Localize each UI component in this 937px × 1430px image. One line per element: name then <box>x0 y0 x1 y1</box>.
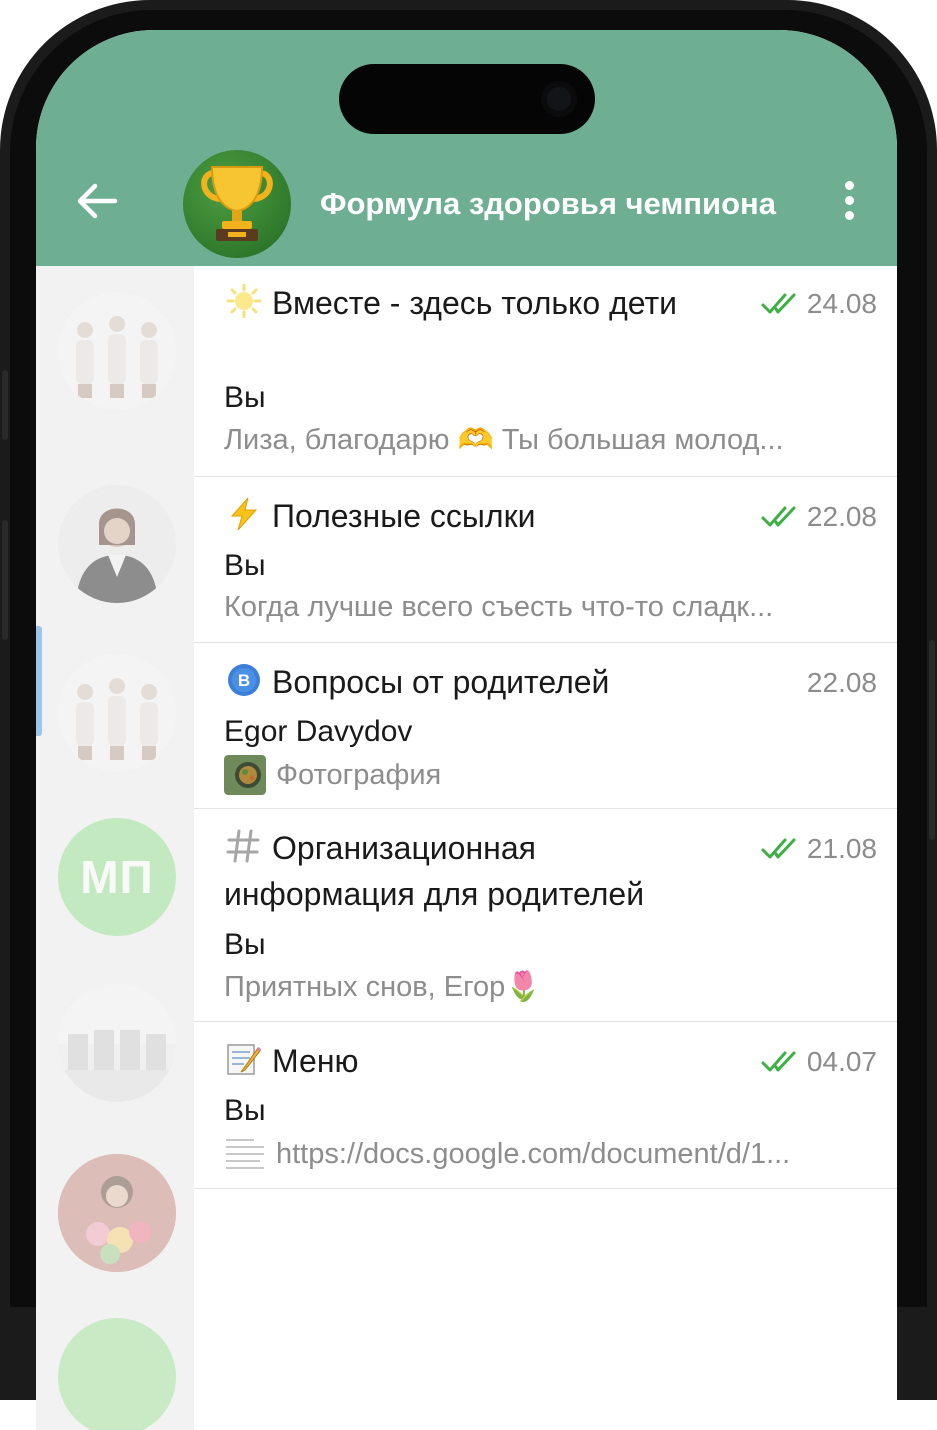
trophy-icon <box>201 166 273 241</box>
topic-date: 22.08 <box>806 667 877 698</box>
active-chat-indicator <box>36 626 42 736</box>
topic-sender: Egor Davydov <box>224 715 413 748</box>
chat-avatar[interactable] <box>58 1318 176 1430</box>
topic-title: Организационная информация для родителей <box>224 825 729 917</box>
avatar-initials: МП <box>80 851 154 903</box>
back-button[interactable] <box>74 178 120 224</box>
chat-header: Формула здоровья чемпиона <box>36 30 897 266</box>
topic-preview: Приятных снов, Егор🌷 <box>224 970 879 1004</box>
topic-title: Меню <box>224 1038 729 1084</box>
group-avatar[interactable] <box>183 150 291 258</box>
topic-preview-text: https://docs.google.com/document/d/1... <box>276 1137 791 1170</box>
topic-meta: 24.08 <box>761 288 877 320</box>
lightning-icon <box>230 497 258 531</box>
topic-preview-text: Приятных снов, Егор🌷 <box>224 971 542 1003</box>
side-button <box>2 520 8 640</box>
double-check-icon <box>761 838 796 859</box>
topic-item[interactable]: Полезные ссылки 22.08 Вы Когда лучше все… <box>194 477 897 643</box>
topic-item[interactable]: Организационная информация для родителей… <box>194 809 897 1022</box>
dynamic-island <box>339 64 595 134</box>
topic-preview-text: Когда лучше всего съесть что-то сладк... <box>224 591 774 623</box>
photo-thumbnail-icon <box>224 755 266 795</box>
topic-preview: Лиза, благодарю 🫶 Ты большая молод... <box>224 423 879 457</box>
sun-icon <box>226 284 262 318</box>
topic-date: 22.08 <box>806 501 877 532</box>
person-with-flowers-image <box>58 1154 176 1272</box>
topic-title-text: Полезные ссылки <box>272 498 536 534</box>
chat-title[interactable]: Формула здоровья чемпиона <box>320 186 840 222</box>
topic-title-text: Вместе - здесь только дети <box>272 285 678 321</box>
topic-meta: 22.08 <box>761 501 877 533</box>
power-button <box>929 640 935 840</box>
topic-preview: Фотография <box>224 755 879 795</box>
double-check-icon <box>761 506 796 527</box>
screen: Формула здоровья чемпиона МП Вместе - зд… <box>36 30 897 1430</box>
topic-sender: Вы <box>224 1094 266 1127</box>
topic-preview-text: Лиза, благодарю 🫶 Ты большая молод... <box>224 424 784 456</box>
memo-icon <box>227 1044 262 1075</box>
chat-avatar[interactable] <box>58 1154 176 1272</box>
topic-title-text: Меню <box>272 1043 359 1079</box>
topic-sender: Вы <box>224 928 266 961</box>
double-check-icon <box>761 1051 796 1072</box>
topic-preview: Когда лучше всего съесть что-то сладк... <box>224 591 879 624</box>
topic-title-text: Вопросы от родителей <box>272 664 610 700</box>
letter-b-icon: B <box>228 664 260 696</box>
more-vertical-icon <box>844 180 854 190</box>
people-group-image <box>76 316 158 398</box>
topic-date: 21.08 <box>806 833 877 864</box>
chat-avatar-initials[interactable]: МП <box>58 818 176 936</box>
topic-item[interactable]: B Вопросы от родителей 22.08 Egor Davydo… <box>194 643 897 809</box>
chats-sidebar: МП <box>36 266 194 1430</box>
topic-sender: Вы <box>224 549 266 582</box>
people-group-image <box>76 678 158 760</box>
menu-dot <box>844 195 854 205</box>
topic-title: Вместе - здесь только дети <box>224 280 729 326</box>
chat-avatar[interactable] <box>58 292 176 410</box>
svg-text:B: B <box>238 671 250 690</box>
topic-date: 04.07 <box>806 1046 877 1077</box>
room-image <box>58 984 176 1102</box>
topic-sender: Вы <box>224 381 266 414</box>
double-check-icon <box>761 293 796 314</box>
more-menu-button[interactable] <box>832 178 866 222</box>
topic-meta: 22.08 <box>807 667 877 699</box>
chat-avatar[interactable] <box>58 485 176 603</box>
menu-dot <box>844 210 854 220</box>
topic-meta: 21.08 <box>761 833 877 865</box>
topic-meta: 04.07 <box>761 1046 877 1078</box>
topic-item[interactable]: Меню 04.07 Вы https://docs.google.com/do… <box>194 1022 897 1189</box>
topic-date: 24.08 <box>806 288 877 319</box>
topic-title: Полезные ссылки <box>224 493 729 539</box>
hash-icon <box>226 829 260 863</box>
chat-avatar[interactable] <box>58 654 176 772</box>
document-thumbnail-icon <box>224 1134 266 1174</box>
topic-title: B Вопросы от родителей <box>224 659 729 705</box>
person-image <box>76 508 158 603</box>
topic-preview: https://docs.google.com/document/d/1... <box>224 1134 879 1174</box>
topic-item[interactable]: Вместе - здесь только дети 24.08 Вы Лиза… <box>194 266 897 477</box>
topic-list: Вместе - здесь только дети 24.08 Вы Лиза… <box>194 266 897 1189</box>
camera-icon <box>541 81 577 117</box>
side-button <box>2 370 8 440</box>
arrow-left-icon <box>77 183 118 219</box>
topic-title-text: Организационная информация для родителей <box>224 830 645 912</box>
chat-avatar[interactable] <box>58 984 176 1102</box>
topic-preview-text: Фотография <box>276 758 442 791</box>
